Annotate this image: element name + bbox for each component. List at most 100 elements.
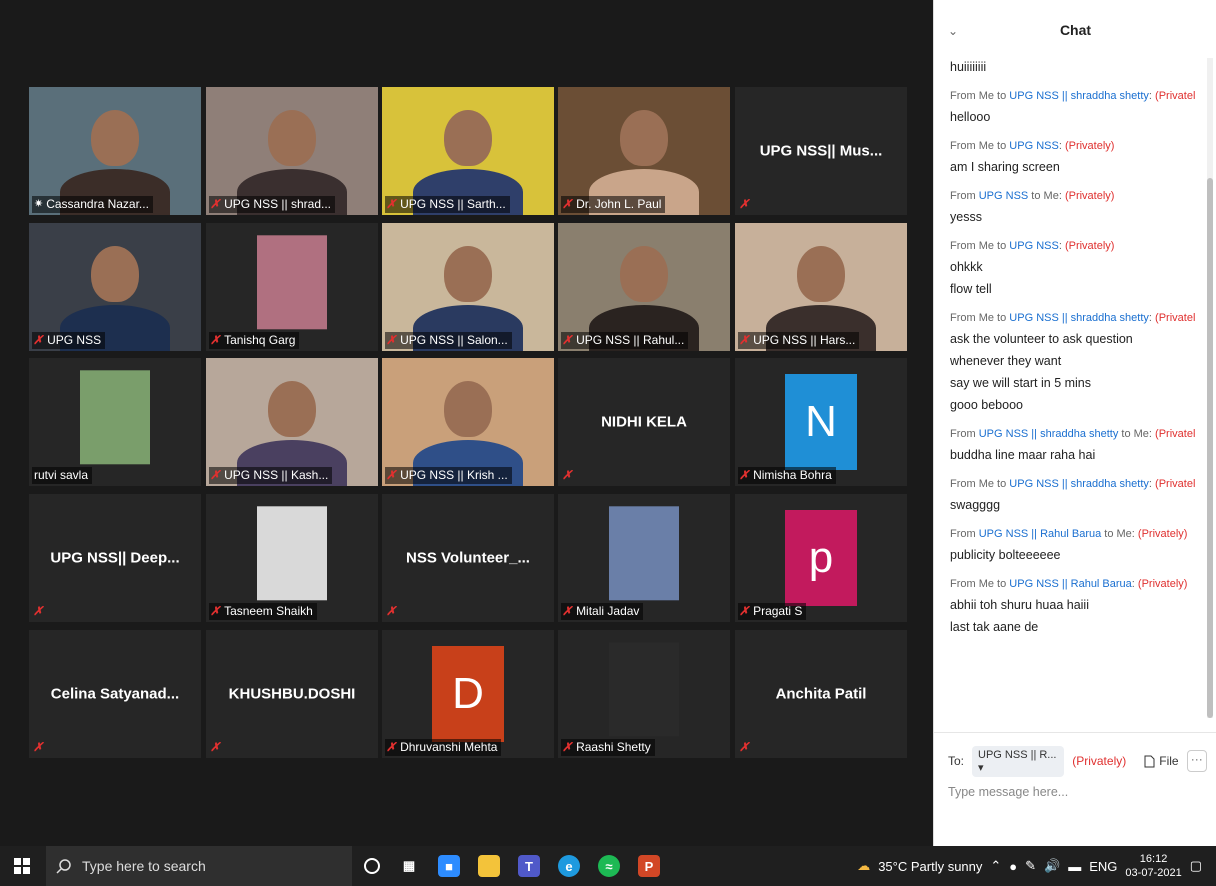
participant-tile[interactable]: ✗ Mitali Jadav (558, 494, 730, 622)
message-sender[interactable]: UPG NSS || shraddha shetty (1009, 90, 1149, 102)
message-text: ohkkk (950, 260, 983, 274)
participant-tile[interactable]: Celina Satyanad... ✗ (29, 630, 201, 758)
edge-icon[interactable]: e (558, 855, 580, 877)
muted-mic-icon: ✗ (738, 740, 753, 754)
participant-name: Dr. John L. Paul (576, 197, 662, 211)
language-indicator[interactable]: ENG (1089, 859, 1117, 874)
message-sender[interactable]: UPG NSS || shraddha shetty (979, 428, 1119, 440)
profile-picture (80, 370, 150, 465)
message-sender[interactable]: UPG NSS (1009, 240, 1059, 252)
message-sender[interactable]: UPG NSS || Rahul Barua (979, 528, 1102, 540)
participant-tile[interactable]: ✗ UPG NSS || Salon... (382, 223, 554, 351)
participant-tile[interactable]: ✗ UPG NSS || Krish ... (382, 358, 554, 486)
message-sender[interactable]: UPG NSS || Rahul Barua (1009, 578, 1132, 590)
participant-name: UPG NSS || Salon... (400, 333, 508, 347)
participant-tile[interactable]: Anchita Patil ✗ (735, 630, 907, 758)
participant-tile[interactable]: KHUSHBU.DOSHI ✗ (206, 630, 378, 758)
muted-mic-icon: ✗ (385, 333, 400, 347)
participant-tile[interactable]: ✗ UPG NSS (29, 223, 201, 351)
participant-tile[interactable]: UPG NSS|| Deep... ✗ (29, 494, 201, 622)
powerpoint-icon[interactable]: P (638, 855, 660, 877)
muted-mic-icon: ✗ (738, 333, 753, 347)
message-input[interactable]: Type message here... (948, 785, 1203, 799)
participant-name-label: ✗ Tasneem Shaikh (209, 603, 317, 620)
system-tray: ☁ 35°C Partly sunny ⌃ ● ✎ 🔊 ▬ ENG 16:12 0… (857, 846, 1216, 886)
participant-name: UPG NSS || Kash... (224, 468, 329, 482)
participant-tile[interactable]: p ✗ Pragati S (735, 494, 907, 622)
message-sender[interactable]: UPG NSS || shraddha shetty (1009, 478, 1149, 490)
participant-name: rutvi savla (34, 468, 89, 482)
windows-taskbar: Type here to search ▦ ■ T e ≈ P ☁ 35°C P… (0, 846, 1216, 886)
participant-silhouette (444, 381, 492, 438)
chat-scrollbar[interactable] (1207, 58, 1213, 718)
microphone-icon[interactable]: ● (1009, 859, 1017, 874)
participant-display-name: NIDHI KELA (601, 413, 687, 431)
participant-display-name: UPG NSS|| Deep... (50, 549, 180, 567)
clock-time: 16:12 (1139, 853, 1168, 865)
participant-name-label: ✗ UPG NSS || shrad... (209, 196, 335, 213)
participant-tile[interactable]: ✗ UPG NSS || shrad... (206, 87, 378, 215)
muted-mic-icon: ✗ (385, 740, 400, 754)
participant-name-label: ✗ Dr. John L. Paul (561, 196, 666, 213)
participant-tile[interactable]: ✗ Tasneem Shaikh (206, 494, 378, 622)
participant-name: UPG NSS || Krish ... (400, 468, 508, 482)
profile-picture (609, 642, 679, 737)
volume-icon[interactable]: 🔊 (1044, 858, 1060, 874)
file-explorer-icon[interactable] (478, 855, 500, 877)
windows-start-icon[interactable] (14, 858, 30, 874)
participant-silhouette (620, 110, 668, 167)
battery-icon[interactable]: ▬ (1068, 859, 1081, 874)
profile-picture (257, 506, 327, 601)
participant-tile[interactable]: N ✗ Nimisha Bohra (735, 358, 907, 486)
scrollbar-thumb[interactable] (1207, 178, 1213, 718)
pen-icon[interactable]: ✎ (1025, 858, 1036, 874)
taskbar-search[interactable]: Type here to search (46, 846, 352, 886)
file-button[interactable]: File (1144, 754, 1179, 768)
spotify-icon[interactable]: ≈ (598, 855, 620, 877)
participant-display-name: KHUSHBU.DOSHI (228, 685, 356, 703)
muted-mic-icon: ✗ (209, 604, 224, 618)
participant-tile[interactable]: ✗ UPG NSS || Hars... (735, 223, 907, 351)
participant-tile[interactable]: rutvi savla (29, 358, 201, 486)
participant-tile[interactable]: ✗ UPG NSS || Sarth... (382, 87, 554, 215)
participant-tile[interactable]: ✗ Tanishq Garg (206, 223, 378, 351)
chevron-up-icon[interactable]: ⌃ (990, 858, 1001, 874)
message-text: whenever they want (950, 354, 1062, 368)
participant-tile[interactable]: NSS Volunteer_... ✗ (382, 494, 554, 622)
participant-name-label: ✗ (32, 603, 51, 620)
participant-name-label: ✗ UPG NSS || Rahul... (561, 332, 689, 349)
participant-tile[interactable]: ✷ Cassandra Nazar... (29, 87, 201, 215)
weather-text[interactable]: 35°C Partly sunny (878, 859, 982, 874)
notification-icon[interactable]: ▢ (1190, 858, 1202, 874)
muted-mic-icon: ✗ (738, 197, 753, 211)
task-view-icon[interactable]: ▦ (398, 855, 420, 877)
muted-mic-icon: ✗ (209, 468, 224, 482)
participant-name: UPG NSS || shrad... (224, 197, 331, 211)
avatar-letter: N (785, 374, 857, 470)
participant-silhouette (91, 246, 139, 303)
participant-tile[interactable]: ✗ Dr. John L. Paul (558, 87, 730, 215)
participant-tile[interactable]: UPG NSS|| Mus... ✗ (735, 87, 907, 215)
participant-name-label: ✗ (738, 739, 757, 756)
message-text: swagggg (950, 498, 1001, 512)
participant-tile[interactable]: ✗ UPG NSS || Kash... (206, 358, 378, 486)
participant-tile[interactable]: NIDHI KELA ✗ (558, 358, 730, 486)
participant-display-name: NSS Volunteer_... (406, 549, 530, 567)
more-options-button[interactable]: ··· (1186, 750, 1207, 772)
avatar-letter: p (785, 510, 857, 606)
clock[interactable]: 16:12 03-07-2021 (1125, 852, 1181, 880)
message-sender[interactable]: UPG NSS (979, 190, 1029, 202)
participant-tile[interactable]: D ✗ Dhruvanshi Mehta (382, 630, 554, 758)
participant-name-label: ✷ Cassandra Nazar... (32, 196, 153, 213)
zoom-icon[interactable]: ■ (438, 855, 460, 877)
teams-icon[interactable]: T (518, 855, 540, 877)
participant-name-label: ✗ UPG NSS || Krish ... (385, 467, 512, 484)
recipient-select[interactable]: UPG NSS || R... ▾ (972, 745, 1065, 777)
participant-name-label: rutvi savla (32, 467, 93, 484)
cortana-icon[interactable] (364, 858, 380, 874)
participant-tile[interactable]: ✗ Raashi Shetty (558, 630, 730, 758)
message-sender[interactable]: UPG NSS || shraddha shetty (1009, 312, 1149, 324)
message-sender[interactable]: UPG NSS (1009, 140, 1059, 152)
message-meta: From Me to UPG NSS || shraddha shetty: (… (950, 90, 1195, 102)
participant-tile[interactable]: ✗ UPG NSS || Rahul... (558, 223, 730, 351)
